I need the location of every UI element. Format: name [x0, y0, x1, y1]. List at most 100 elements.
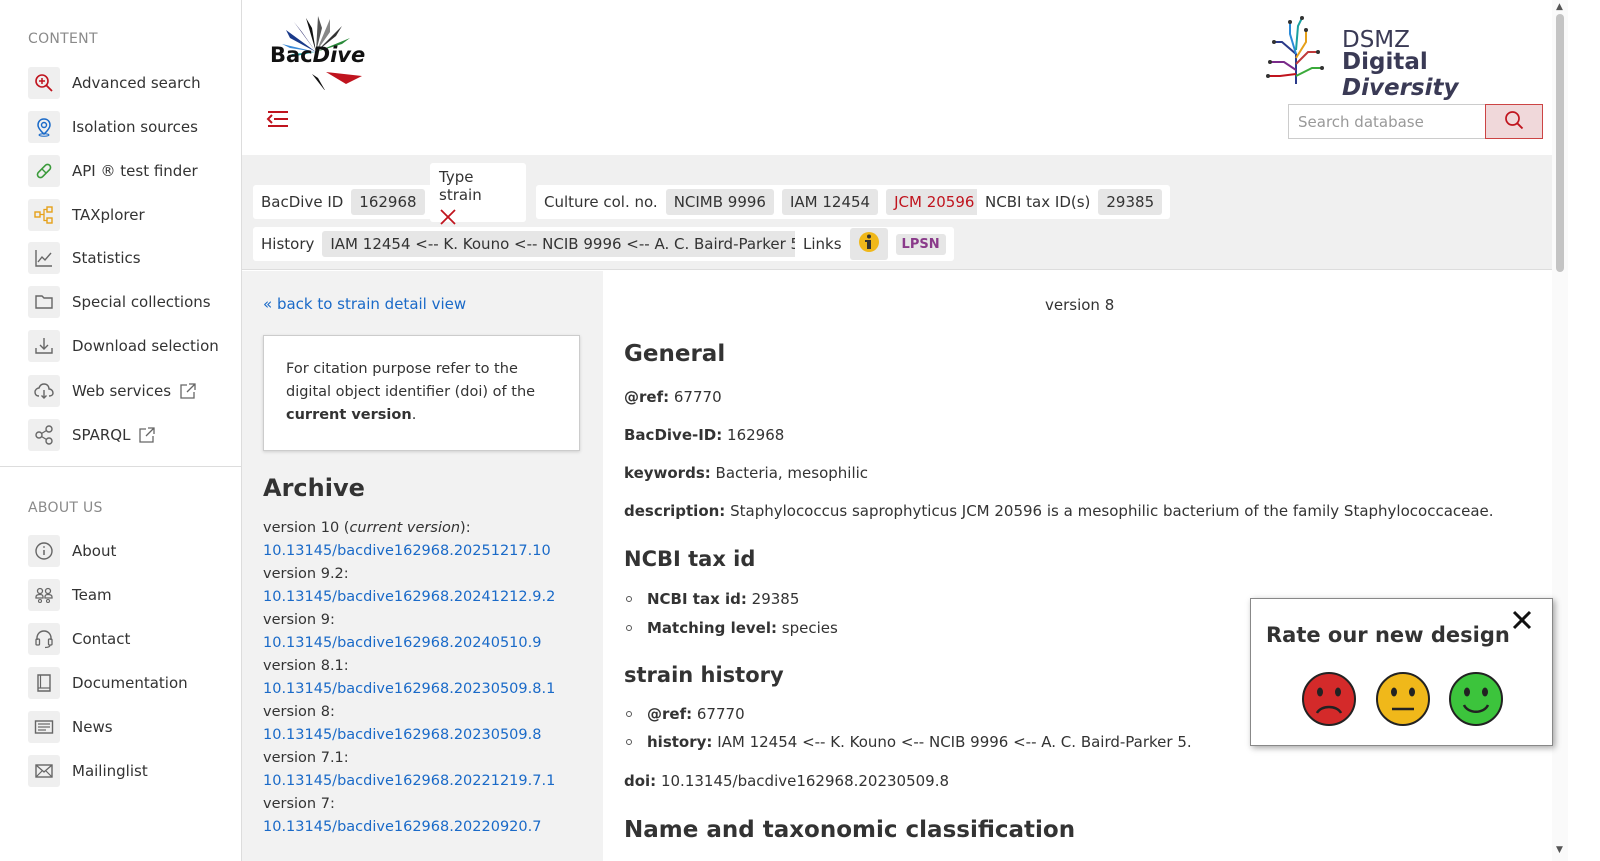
sidebar-item-label: Team	[72, 586, 112, 604]
sidebar-item-web-services[interactable]: Web services	[28, 374, 233, 408]
culture-collection-pill: Culture col. no. NCIMB 9996 IAM 12454 JC…	[536, 185, 991, 219]
sidebar-item-advanced-search[interactable]: Advanced search	[28, 66, 233, 100]
section-title-ncbi: NCBI tax id	[624, 547, 756, 571]
history-value: IAM 12454 <-- K. Kouno <-- NCIB 9996 <--…	[322, 231, 813, 257]
version-doi-link[interactable]: 10.13145/bacdive162968.20241212.9.2	[263, 586, 593, 609]
info-person-icon	[858, 232, 879, 252]
sidebar-item-mailinglist[interactable]: Mailinglist	[28, 754, 233, 788]
version-doi-link[interactable]: 10.13145/bacdive162968.20221219.7.1	[263, 770, 593, 793]
sidebar-item-label: Web services	[72, 382, 172, 400]
menu-collapse-icon[interactable]	[266, 108, 290, 134]
version-doi-link[interactable]: 10.13145/bacdive162968.20220920.7	[263, 816, 593, 839]
sidebar-item-label: Contact	[72, 630, 131, 648]
sidebar-item-label: Mailinglist	[72, 762, 148, 780]
scroll-thumb[interactable]	[1556, 14, 1564, 272]
section-title-general: General	[624, 341, 726, 367]
sidebar-item-news[interactable]: News	[28, 710, 233, 744]
book-icon	[28, 667, 60, 699]
strain-infobar: BacDive ID 162968 Type strain Culture co…	[242, 155, 1552, 270]
newspaper-icon	[28, 711, 60, 743]
download-icon	[28, 330, 60, 362]
pill-icon	[28, 155, 60, 187]
version-doi-link[interactable]: 10.13145/bacdive162968.20230509.8.1	[263, 678, 593, 701]
info-icon	[28, 535, 60, 567]
sidebar-item-documentation[interactable]: Documentation	[28, 666, 233, 700]
page-scrollbar[interactable]: ▲ ▼	[1552, 0, 1568, 861]
sidebar-item-taxplorer[interactable]: TAXplorer	[28, 198, 233, 232]
field-keywords: keywords: Bacteria, mesophilic	[624, 464, 869, 482]
sidebar-item-download-selection[interactable]: Download selection	[28, 329, 233, 363]
sidebar-item-label: Statistics	[72, 249, 141, 267]
team-icon	[28, 579, 60, 611]
folder-icon	[28, 286, 60, 318]
sidebar-item-label: TAXplorer	[72, 206, 145, 224]
close-icon[interactable]	[1511, 609, 1533, 635]
section-title-strain-history: strain history	[624, 663, 784, 687]
field-description: description: Staphylococcus saprophyticu…	[624, 502, 1494, 520]
scroll-up-arrow-icon[interactable]: ▲	[1556, 2, 1563, 12]
sidebar-item-statistics[interactable]: Statistics	[28, 241, 233, 275]
field-matching-level: Matching level: species	[624, 619, 838, 637]
version-doi-link[interactable]: 10.13145/bacdive162968.20240510.9	[263, 632, 593, 655]
ncbi-value[interactable]: 29385	[1098, 189, 1163, 215]
sidebar: CONTENT Advanced search Isolation source…	[0, 0, 242, 861]
sidebar-item-about[interactable]: About	[28, 534, 233, 568]
lpsn-link[interactable]: LPSN	[895, 233, 946, 255]
type-strain-box: Type strain	[430, 163, 526, 225]
rating-popup: Rate our new design	[1250, 598, 1553, 746]
version-label: version 7:	[263, 796, 335, 812]
archive-title: Archive	[263, 474, 365, 502]
version-doi-link[interactable]: 10.13145/bacdive162968.20230509.8	[263, 724, 593, 747]
search-button[interactable]	[1485, 104, 1543, 139]
search-input[interactable]	[1288, 104, 1486, 139]
sidebar-divider	[0, 466, 241, 467]
culture-number[interactable]: IAM 12454	[781, 189, 879, 215]
window-edge	[1568, 0, 1600, 861]
links-label: Links	[803, 235, 842, 253]
envelope-icon	[28, 755, 60, 787]
sidebar-about-title: ABOUT US	[28, 500, 103, 516]
field-ncbi-taxid: NCBI tax id: 29385	[624, 590, 799, 608]
field-ref: @ref: 67770	[624, 388, 722, 406]
sidebar-item-label: API ® test finder	[72, 162, 198, 180]
type-strain-label: Type strain	[439, 168, 482, 204]
external-link-icon	[179, 382, 197, 400]
sidebar-item-api-test-finder[interactable]: API ® test finder	[28, 154, 233, 188]
version-doi-link[interactable]: 10.13145/bacdive162968.20251217.10	[263, 540, 593, 563]
sidebar-item-isolation-sources[interactable]: Isolation sources	[28, 110, 233, 144]
culture-number[interactable]: JCM 20596	[886, 189, 983, 215]
scroll-down-arrow-icon[interactable]: ▼	[1556, 845, 1563, 855]
field-bacdive-id: BacDive-ID: 162968	[624, 426, 785, 444]
search-plus-icon	[28, 67, 60, 99]
sidebar-item-sparql[interactable]: SPARQL	[28, 418, 233, 452]
rating-title: Rate our new design	[1266, 623, 1510, 647]
back-to-strain-link[interactable]: « back to strain detail view	[263, 295, 466, 313]
citation-note: For citation purpose refer to the digita…	[263, 335, 580, 451]
history-label: History	[261, 235, 315, 253]
search-icon	[1504, 110, 1524, 134]
cloud-download-icon	[28, 375, 60, 407]
sidebar-content-title: CONTENT	[28, 31, 98, 47]
sidebar-item-team[interactable]: Team	[28, 578, 233, 612]
info-link[interactable]	[849, 228, 888, 260]
external-link-icon	[138, 426, 156, 444]
bacdive-id-pill: BacDive ID 162968	[253, 185, 433, 219]
culture-label: Culture col. no.	[544, 193, 658, 211]
field-history-ref: @ref: 67770	[624, 705, 745, 723]
version-label: version 8:	[263, 704, 335, 720]
neutral-face-icon[interactable]	[1375, 671, 1431, 727]
tree-icon	[28, 199, 60, 231]
sidebar-item-label: Download selection	[72, 337, 219, 355]
dsmz-subtitle: Digital Diversity	[1342, 49, 1459, 101]
culture-number[interactable]: NCIMB 9996	[665, 189, 774, 215]
sidebar-item-label: Special collections	[72, 293, 211, 311]
sidebar-item-special-collections[interactable]: Special collections	[28, 285, 233, 319]
sidebar-item-label: Advanced search	[72, 74, 201, 92]
ncbi-label: NCBI tax ID(s)	[985, 193, 1091, 211]
sidebar-item-label: About	[72, 542, 117, 560]
sad-face-icon[interactable]	[1301, 671, 1357, 727]
sidebar-item-label: News	[72, 718, 113, 736]
version-label: version 10 (current version):	[263, 520, 471, 536]
happy-face-icon[interactable]	[1448, 671, 1504, 727]
sidebar-item-contact[interactable]: Contact	[28, 622, 233, 656]
